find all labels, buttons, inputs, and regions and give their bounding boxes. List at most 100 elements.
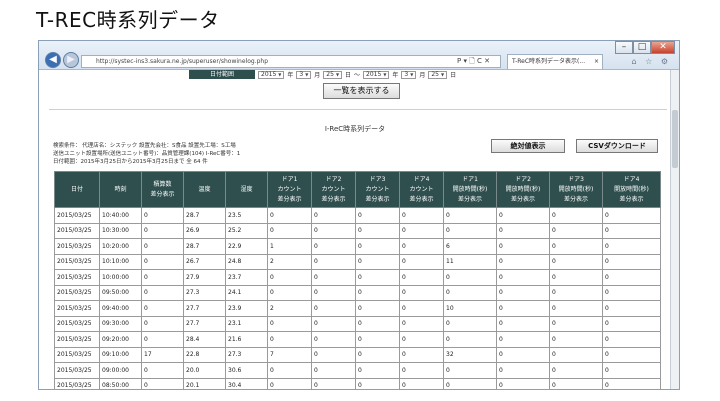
from-day-select[interactable]: 25 ▼	[323, 70, 343, 79]
table-cell: 0	[602, 222, 661, 239]
from-year-value: 2015	[261, 71, 277, 78]
table-cell: 23.1	[225, 315, 268, 332]
table-cell: 0	[141, 269, 184, 286]
table-cell: 0	[602, 253, 661, 270]
window-controls: – □ ✕	[615, 41, 675, 54]
table-cell: 0	[549, 207, 603, 224]
table-cell: 0	[602, 331, 661, 348]
table-cell: 30.4	[225, 377, 268, 389]
toolbar-icons[interactable]: ⌂ ☆ ⚙	[631, 57, 671, 66]
column-header: 積算数 差分表示	[141, 171, 184, 208]
table-cell: 0	[443, 269, 497, 286]
table-cell: 22.8	[183, 346, 226, 363]
table-cell: 0	[311, 284, 356, 301]
table-cell: 0	[549, 331, 603, 348]
month-unit: 月	[419, 72, 426, 79]
table-cell: 0	[399, 253, 444, 270]
from-year-select[interactable]: 2015 ▼	[258, 70, 285, 79]
table-cell: 23.7	[225, 269, 268, 286]
table-row: 2015/03/25 10:20:00 0 28.7 22.9 1 0 0 0 6 0 0 0	[54, 238, 661, 255]
browser-tab[interactable]: T-ReC時系列データ表示(... ×	[507, 54, 603, 69]
tab-close-icon[interactable]: ×	[594, 55, 599, 68]
table-cell: 0	[355, 207, 400, 224]
scrollbar-thumb[interactable]	[672, 110, 678, 168]
table-cell: 0	[443, 331, 497, 348]
table-cell: 0	[496, 253, 550, 270]
browser-window: – □ ✕ ◀ ▶ http://systec-ins3.sakura.ne.j…	[38, 40, 680, 390]
table-row: 2015/03/25 09:20:00 0 28.4 21.6 0 0 0 0 0 0 0 0	[54, 331, 661, 348]
date-range-summary: 日付範囲：2015年3月25日から2015年3月25日まで 全 64 件	[53, 159, 208, 165]
table-cell: 10:30:00	[99, 222, 142, 239]
table-cell: 0	[549, 269, 603, 286]
show-list-button[interactable]: 一覧を表示する	[323, 83, 400, 99]
from-month-value: 3	[299, 71, 304, 78]
table-cell: 0	[399, 269, 444, 286]
table-cell: 0	[549, 315, 603, 332]
table-cell: 11	[443, 253, 497, 270]
table-cell: 0	[311, 222, 356, 239]
table-cell: 08:50:00	[99, 377, 142, 389]
table-cell: 0	[267, 315, 312, 332]
table-cell: 0	[602, 377, 661, 389]
to-day-select[interactable]: 25 ▼	[428, 70, 448, 79]
table-header-row: 日付 時刻 積算数 差分表示 温度 湿度 ドア1 カウント 差分表示 ドア2 カウント 差分…	[54, 171, 661, 208]
column-header: 時刻	[99, 171, 142, 208]
from-month-select[interactable]: 3 ▼	[296, 70, 312, 79]
year-unit: 年	[392, 72, 399, 79]
day-unit: 日	[450, 72, 457, 79]
date-range-filter: 日付範囲 2015 ▼ 年 3 ▼ 月 25 ▼ 日 ～ 2015 ▼ 年 3 ▼ 月 2…	[189, 70, 456, 79]
table-cell: 0	[355, 253, 400, 270]
table-cell: 0	[355, 238, 400, 255]
table-cell: 26.9	[183, 222, 226, 239]
search-conditions-line: 送信ユニット設置場所(送信ユニット番号)：品質管理課(104) I-ReC番号：…	[53, 151, 241, 157]
table-cell: 0	[549, 300, 603, 317]
table-cell: 0	[549, 222, 603, 239]
table-cell: 26.7	[183, 253, 226, 270]
vertical-scrollbar[interactable]	[670, 70, 679, 389]
csv-download-button[interactable]: CSVダウンロード	[576, 139, 658, 153]
table-cell: 0	[399, 207, 444, 224]
back-icon[interactable]: ◀	[45, 52, 61, 68]
table-cell: 0	[267, 207, 312, 224]
table-cell: 25.2	[225, 222, 268, 239]
table-cell: 10:10:00	[99, 253, 142, 270]
maximize-button[interactable]: □	[633, 41, 651, 54]
address-bar[interactable]: http://systec-ins3.sakura.ne.jp/superuse…	[81, 55, 501, 68]
to-month-value: 3	[404, 71, 409, 78]
table-cell: 0	[141, 331, 184, 348]
table-cell: 0	[141, 222, 184, 239]
table-cell: 10:00:00	[99, 269, 142, 286]
table-row: 2015/03/25 10:30:00 0 26.9 25.2 0 0 0 0 0 0 0 0	[54, 222, 661, 239]
to-year-select[interactable]: 2015 ▼	[363, 70, 390, 79]
range-separator: ～	[354, 72, 361, 79]
address-bar-icons[interactable]: P ▾ 🗋 C ✕	[457, 55, 490, 67]
column-header: ドア1 開放時間(秒) 差分表示	[443, 171, 497, 208]
table-cell: 0	[141, 207, 184, 224]
table-cell: 22.9	[225, 238, 268, 255]
table-cell: 17	[141, 346, 184, 363]
table-cell: 09:40:00	[99, 300, 142, 317]
table-cell: 27.3	[225, 346, 268, 363]
table-cell: 0	[602, 300, 661, 317]
to-month-select[interactable]: 3 ▼	[401, 70, 417, 79]
absolute-value-button[interactable]: 絶対値表示	[491, 139, 565, 153]
to-day-value: 25	[431, 71, 439, 78]
table-cell: 0	[549, 362, 603, 379]
close-window-button[interactable]: ✕	[651, 41, 675, 54]
table-cell: 2015/03/25	[54, 222, 100, 239]
table-cell: 0	[355, 300, 400, 317]
table-cell: 10:20:00	[99, 238, 142, 255]
table-cell: 0	[311, 315, 356, 332]
table-cell: 0	[549, 377, 603, 389]
chevron-down-icon: ▼	[335, 72, 340, 77]
forward-icon[interactable]: ▶	[63, 52, 79, 68]
table-cell: 0	[399, 284, 444, 301]
table-cell: 0	[549, 346, 603, 363]
table-cell: 27.7	[183, 315, 226, 332]
column-header: ドア2 カウント 差分表示	[311, 171, 356, 208]
table-cell: 0	[355, 377, 400, 389]
table-cell: 0	[311, 377, 356, 389]
minimize-button[interactable]: –	[615, 41, 633, 54]
table-cell: 2015/03/25	[54, 315, 100, 332]
table-cell: 0	[311, 346, 356, 363]
